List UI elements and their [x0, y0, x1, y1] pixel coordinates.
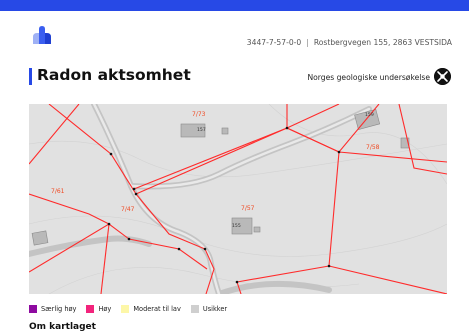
- map-legend: Særlig høy Høy Moderat til lav Usikker: [29, 303, 237, 315]
- top-accent-bar: [0, 0, 469, 11]
- property-address-line: 3447-7-57-0-0 | Rostbergvegen 155, 2863 VE…: [247, 38, 452, 47]
- legend-item-hoy: Høy: [86, 305, 111, 313]
- radon-map[interactable]: 7/73 7/58 7/61 7/47 7/57 157 159 155: [29, 104, 447, 294]
- legend-swatch: [190, 305, 199, 313]
- legend-label: Moderat til lav: [133, 305, 181, 313]
- header: 3447-7-57-0-0 | Rostbergvegen 155, 2863 VE…: [0, 11, 469, 59]
- property-id: 3447-7-57-0-0: [246, 38, 302, 47]
- cloud-bars-logo-icon[interactable]: [30, 22, 54, 46]
- legend-label: Høy: [98, 305, 112, 313]
- separator: |: [306, 38, 309, 47]
- legend-swatch: [86, 305, 95, 313]
- legend-item-usikker: Usikker: [190, 305, 228, 313]
- title-accent: [29, 68, 32, 85]
- map-canvas[interactable]: [29, 104, 447, 294]
- section-header: Radon aktsomhet Norges geologiske unders…: [0, 66, 469, 90]
- parcel-label: 7/61: [51, 188, 65, 195]
- buildings: [31, 109, 410, 246]
- data-source-label: Norges geologiske undersøkelse: [307, 73, 430, 82]
- page-title: Radon aktsomhet: [37, 66, 191, 84]
- about-layer-heading: Om kartlaget: [29, 322, 96, 331]
- legend-item-moderat-til-lav: Moderat til lav: [121, 305, 181, 313]
- legend-label: Usikker: [202, 305, 228, 313]
- parcel-label: 7/57: [241, 205, 255, 212]
- legend-item-saerlig-hoy: Særlig høy: [29, 305, 76, 313]
- property-address: Rostbergvegen 155, 2863 VESTSIDA: [313, 38, 452, 47]
- building-number: 155: [232, 224, 241, 229]
- parcel-boundaries: [29, 104, 447, 294]
- building-number: 157: [197, 128, 206, 133]
- building-number: 159: [365, 113, 374, 118]
- ngu-logo-icon[interactable]: [434, 68, 451, 85]
- parcel-label: 7/47: [121, 206, 135, 213]
- legend-swatch: [29, 305, 37, 313]
- parcel-label: 7/58: [366, 144, 380, 151]
- legend-swatch: [121, 305, 130, 313]
- legend-label: Særlig høy: [41, 305, 77, 313]
- parcel-label: 7/73: [192, 111, 206, 118]
